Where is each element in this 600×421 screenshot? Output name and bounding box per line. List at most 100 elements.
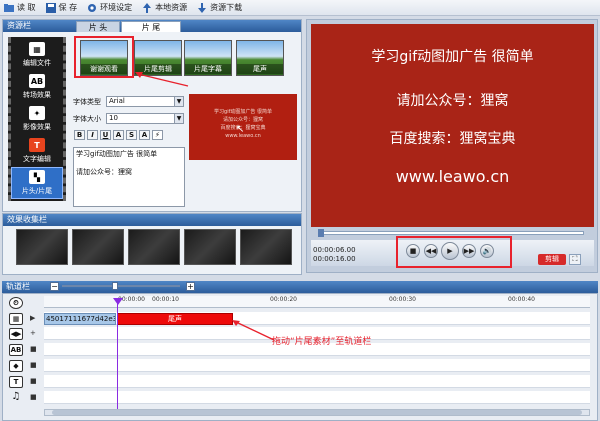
text-color-button[interactable]: A bbox=[113, 130, 124, 140]
outro-clip[interactable]: 尾声 bbox=[117, 313, 233, 325]
effect-thumb[interactable] bbox=[184, 229, 236, 265]
playhead-marker[interactable] bbox=[113, 298, 123, 305]
effects-icon: ◆ bbox=[9, 360, 23, 372]
effects-panel-title: 效果收集栏 bbox=[3, 214, 301, 226]
clock-icon: ⏲ bbox=[9, 297, 23, 309]
chevron-down-icon: ▼ bbox=[174, 97, 183, 106]
lock-icon[interactable]: ■ bbox=[30, 345, 37, 353]
main-toolbar: 读 取 保 存 环境设定 本地资源 资源下载 bbox=[0, 0, 600, 16]
preview-line-3: 百度搜索：狸窝宝典 bbox=[389, 131, 516, 147]
font-size-select[interactable]: 10 ▼ bbox=[106, 113, 184, 124]
video-clip[interactable]: 45017111677d42e35 bbox=[44, 313, 116, 325]
caption-line: 请加公众号：狸窝 bbox=[76, 168, 132, 176]
time-display: 00:00:06.00 00:00:16.00 bbox=[313, 246, 356, 264]
zoom-out-icon[interactable]: − bbox=[50, 282, 59, 291]
settings-label: 环境设定 bbox=[100, 3, 133, 12]
font-style-button[interactable]: A bbox=[139, 130, 150, 140]
underline-button[interactable]: U bbox=[100, 130, 111, 140]
effect-thumb[interactable] bbox=[72, 229, 124, 265]
mini-preview-line: 学习gif动图加广告 很简单 bbox=[214, 109, 272, 115]
film-icon: ▦ bbox=[29, 42, 45, 56]
clear-format-icon[interactable]: ⚡ bbox=[152, 130, 163, 140]
zoom-slider-knob[interactable] bbox=[112, 282, 118, 290]
chevron-down-icon: ▼ bbox=[174, 114, 183, 123]
drag-hint-annotation: 拖动“片尾素材”至轨道栏 bbox=[272, 337, 372, 347]
outro-thumb[interactable]: 尾声 bbox=[236, 40, 284, 76]
current-time: 00:00:06.00 bbox=[313, 246, 356, 254]
text-icon: T bbox=[9, 376, 23, 388]
lock-icon[interactable]: ■ bbox=[30, 377, 37, 385]
playhead[interactable] bbox=[117, 299, 118, 409]
sidebar-item-effects[interactable]: ✦ 影像效果 bbox=[11, 103, 63, 135]
settings-button[interactable]: 环境设定 bbox=[87, 2, 132, 13]
local-resources-button[interactable]: 本地资源 bbox=[142, 2, 187, 13]
sidebar-item-edit-file[interactable]: ▦ 编辑文件 bbox=[11, 39, 63, 71]
effect-thumb[interactable] bbox=[128, 229, 180, 265]
scrollbar-thumb[interactable] bbox=[52, 410, 582, 415]
effect-thumb[interactable] bbox=[240, 229, 292, 265]
expand-track-icon[interactable]: ▶ bbox=[30, 314, 35, 322]
italic-button[interactable]: I bbox=[87, 130, 98, 140]
download-resources-label: 资源下载 bbox=[210, 3, 243, 12]
fullscreen-icon[interactable]: ⛶ bbox=[569, 254, 581, 265]
music-track[interactable] bbox=[44, 391, 590, 404]
bold-button[interactable]: B bbox=[74, 130, 85, 140]
font-type-select[interactable]: Arial ▼ bbox=[106, 96, 184, 107]
caption-text-input[interactable]: 学习gif动图加广告 很简单 请加公众号：狸窝 bbox=[73, 147, 185, 207]
clip-button[interactable]: 剪辑 bbox=[538, 254, 566, 265]
font-size-value: 10 bbox=[109, 114, 118, 122]
timeline-title: 轨道栏 bbox=[2, 281, 598, 293]
tick-label: 00:00:20 bbox=[270, 296, 297, 303]
gear-icon bbox=[87, 3, 97, 13]
add-track-icon[interactable]: + bbox=[30, 329, 36, 337]
save-button[interactable]: 保 存 bbox=[45, 2, 78, 13]
zoom-slider[interactable] bbox=[62, 285, 180, 287]
seek-knob[interactable] bbox=[318, 229, 324, 237]
arrow-icon bbox=[135, 72, 189, 87]
sidebar-item-label: 文字编辑 bbox=[23, 155, 51, 163]
sidebar-item-transitions[interactable]: AB 转场效果 bbox=[11, 71, 63, 103]
resource-sidebar: ▦ 编辑文件 AB 转场效果 ✦ 影像效果 T 文字编辑 ▚ 片头/片尾 bbox=[8, 37, 66, 201]
sidebar-item-label: 编辑文件 bbox=[23, 59, 51, 67]
selection-highlight bbox=[396, 236, 512, 268]
tick-label: 00:00:10 bbox=[152, 296, 179, 303]
font-size-label: 字体大小 bbox=[73, 115, 101, 123]
effect-track[interactable] bbox=[44, 359, 590, 372]
preview-line-2: 请加公众号：狸窝 bbox=[396, 93, 509, 109]
seek-bar[interactable] bbox=[318, 231, 584, 235]
format-toolbar: B I U A S A ⚡ bbox=[74, 130, 163, 140]
lock-icon[interactable]: ■ bbox=[30, 393, 37, 401]
audio-icon: ◀▶ bbox=[9, 328, 23, 340]
open-button[interactable]: 读 取 bbox=[4, 2, 36, 13]
lock-icon[interactable]: ■ bbox=[30, 361, 37, 369]
outro-thumb-label: 片尾字幕 bbox=[185, 64, 231, 74]
zoom-in-icon[interactable]: + bbox=[186, 282, 195, 291]
text-track[interactable] bbox=[44, 375, 590, 388]
text-icon: T bbox=[29, 138, 45, 152]
preview-line-4: www.leawo.cn bbox=[395, 167, 510, 186]
download-icon bbox=[197, 2, 207, 13]
outro-thumb-label: 尾声 bbox=[237, 64, 283, 74]
sidebar-item-intro-outro[interactable]: ▚ 片头/片尾 bbox=[11, 167, 63, 199]
caption-line bbox=[76, 159, 182, 168]
sidebar-item-text[interactable]: T 文字编辑 bbox=[11, 135, 63, 167]
arrow-icon bbox=[232, 320, 275, 341]
font-type-value: Arial bbox=[109, 97, 125, 105]
save-label: 保 存 bbox=[58, 3, 78, 12]
download-resources-button[interactable]: 资源下载 bbox=[197, 2, 242, 13]
open-label: 读 取 bbox=[17, 3, 36, 12]
tick-label: 00:00:30 bbox=[389, 296, 416, 303]
music-icon: ♫ bbox=[11, 391, 21, 402]
shadow-button[interactable]: S bbox=[126, 130, 137, 140]
outro-thumb[interactable]: 片尾字幕 bbox=[184, 40, 232, 76]
sidebar-item-label: 影像效果 bbox=[23, 123, 51, 131]
cursor-icon: ↖ bbox=[236, 124, 245, 135]
tab-intro[interactable]: 片 头 bbox=[76, 21, 120, 32]
intro-outro-icon: ▚ bbox=[29, 170, 45, 184]
folder-open-icon bbox=[4, 3, 14, 13]
film-icon: ▦ bbox=[9, 313, 23, 325]
sidebar-item-label: 片头/片尾 bbox=[21, 187, 53, 195]
selection-highlight bbox=[74, 36, 134, 78]
tab-outro[interactable]: 片 尾 bbox=[121, 21, 181, 32]
effect-thumb[interactable] bbox=[16, 229, 68, 265]
